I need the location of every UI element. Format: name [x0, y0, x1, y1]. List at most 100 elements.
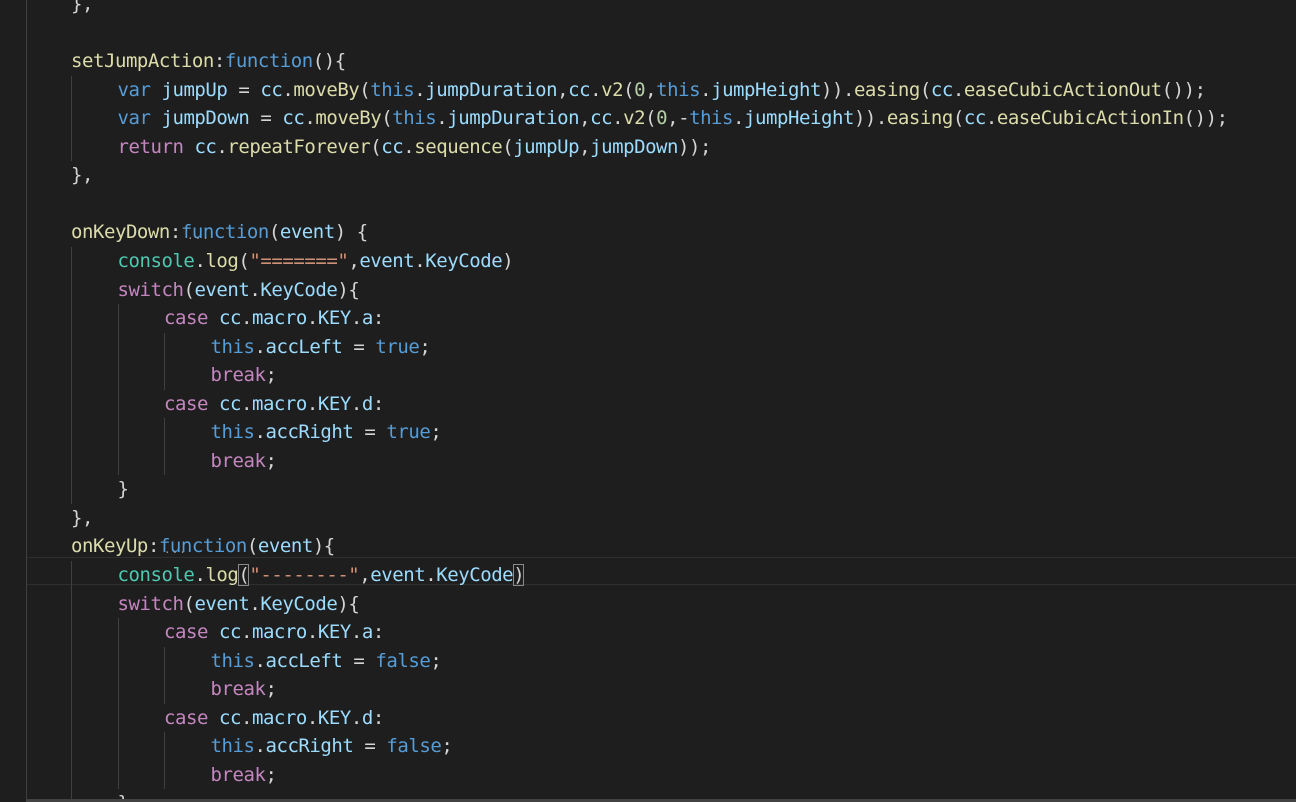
- hint-dots-icon: ···: [164, 546, 187, 559]
- code-token: ,: [579, 107, 591, 130]
- indent-guide: [26, 0, 27, 802]
- code-token: (: [183, 592, 195, 615]
- code-line[interactable]: },: [71, 161, 93, 190]
- indent-guide: [117, 304, 119, 476]
- code-token: jumpDuration: [425, 78, 558, 101]
- code-token: case: [164, 307, 208, 330]
- code-token: easeCubicActionOut: [963, 78, 1162, 101]
- code-token: =: [353, 735, 387, 758]
- code-token: jumpUp: [513, 135, 580, 158]
- code-line[interactable]: break;: [211, 361, 277, 390]
- code-token: accLeft: [265, 649, 343, 672]
- code-token: (: [183, 278, 195, 301]
- code-token: d: [361, 706, 373, 729]
- code-line[interactable]: this.accLeft = true;: [211, 333, 431, 362]
- code-line[interactable]: break;: [211, 675, 277, 704]
- code-token: accLeft: [265, 335, 343, 358]
- code-token: return: [117, 135, 184, 158]
- indent-guide: [71, 246, 72, 504]
- code-token: .: [254, 649, 266, 672]
- code-token: cc: [218, 392, 241, 415]
- code-token: sequence: [414, 135, 503, 158]
- code-token: KEY: [317, 621, 351, 644]
- code-token: ){: [312, 535, 335, 558]
- code-token: easing: [886, 107, 953, 130]
- code-line[interactable]: }: [118, 475, 129, 504]
- code-token: :: [147, 535, 159, 558]
- code-line[interactable]: case cc.macro.KEY.d:: [164, 704, 384, 733]
- code-line[interactable]: var jumpDown = cc.moveBy(this.jumpDurati…: [117, 104, 1229, 133]
- code-token: false: [375, 649, 431, 672]
- code-token: macro: [251, 392, 307, 415]
- code-token: cc: [218, 621, 241, 644]
- code-line[interactable]: setJumpAction:function(){: [71, 47, 346, 76]
- code-line[interactable]: this.accLeft = false;: [211, 647, 442, 676]
- code-line[interactable]: switch(event.KeyCode){: [118, 276, 360, 305]
- code-token: )).: [820, 78, 854, 101]
- code-line[interactable]: case cc.macro.KEY.a:: [164, 304, 384, 333]
- code-token: .: [306, 706, 318, 729]
- code-token: .: [985, 107, 997, 130]
- code-line[interactable]: this.accRight = false;: [211, 732, 453, 761]
- code-token: ): [513, 564, 525, 586]
- code-editor[interactable]: }, setJumpAction:function(){var jumpUp = …: [0, 0, 1296, 802]
- code-token: (: [359, 78, 371, 101]
- code-token: v2: [623, 107, 646, 130]
- code-token: a: [361, 307, 373, 330]
- code-token: jumpUp: [161, 78, 228, 101]
- code-token: 0: [634, 78, 646, 101]
- code-token: (: [370, 135, 382, 158]
- code-token: =: [342, 335, 376, 358]
- code-token: a: [361, 621, 373, 644]
- code-token: this: [210, 421, 255, 444]
- code-token: case: [164, 621, 208, 644]
- code-line[interactable]: break;: [211, 761, 277, 790]
- code-token: jumpHeight: [744, 107, 854, 130]
- code-token: "=======": [249, 249, 349, 272]
- code-token: }: [117, 478, 129, 501]
- code-line[interactable]: this.accRight = true;: [211, 418, 442, 447]
- code-token: (: [246, 535, 258, 558]
- code-token: :: [169, 221, 181, 244]
- code-line[interactable]: console.log("--------",event.KeyCode): [118, 561, 525, 590]
- code-line[interactable]: console.log("=======",event.KeyCode): [118, 247, 514, 276]
- code-line[interactable]: case cc.macro.KEY.a:: [164, 618, 384, 647]
- code-token: event: [370, 564, 426, 586]
- indent-guide: [164, 646, 165, 704]
- code-line[interactable]: },: [71, 0, 93, 19]
- code-token: log: [205, 249, 239, 272]
- code-token: ,: [579, 135, 591, 158]
- code-line[interactable]: var jumpUp = cc.moveBy(this.jumpDuration…: [118, 76, 1207, 105]
- code-line[interactable]: onKeyDown:function(event) {: [71, 218, 368, 247]
- code-token: ;: [265, 449, 277, 472]
- code-token: .: [700, 78, 712, 101]
- code-line[interactable]: break;: [211, 447, 277, 476]
- code-token: easeCubicActionIn: [996, 107, 1184, 130]
- code-token: .: [249, 278, 261, 301]
- indent-guide: [164, 418, 165, 476]
- code-token: jumpDuration: [447, 107, 580, 130]
- code-token: macro: [251, 706, 307, 729]
- code-token: this: [656, 78, 701, 101]
- code-token: break: [210, 449, 266, 472]
- code-token: break: [210, 763, 266, 786]
- code-token: (: [645, 107, 657, 130]
- code-line[interactable]: switch(event.KeyCode){: [118, 590, 360, 619]
- code-line[interactable]: return cc.repeatForever(cc.sequence(jump…: [118, 133, 712, 162]
- code-token: event: [194, 278, 250, 301]
- code-token: .: [216, 135, 228, 158]
- code-token: ;: [265, 763, 277, 786]
- code-token: },: [71, 506, 93, 529]
- code-line[interactable]: },: [71, 504, 93, 533]
- code-line[interactable]: onKeyUp:function(event){: [71, 532, 335, 561]
- code-token: onKeyUp: [71, 535, 148, 558]
- code-token: KeyCode: [425, 249, 503, 272]
- code-token: 0: [656, 107, 668, 130]
- code-token: switch: [117, 278, 184, 301]
- code-token: ,-: [667, 107, 690, 130]
- code-token: d: [361, 392, 373, 415]
- code-line[interactable]: case cc.macro.KEY.d:: [164, 390, 384, 419]
- code-token: var: [117, 107, 151, 130]
- code-token: break: [210, 364, 266, 387]
